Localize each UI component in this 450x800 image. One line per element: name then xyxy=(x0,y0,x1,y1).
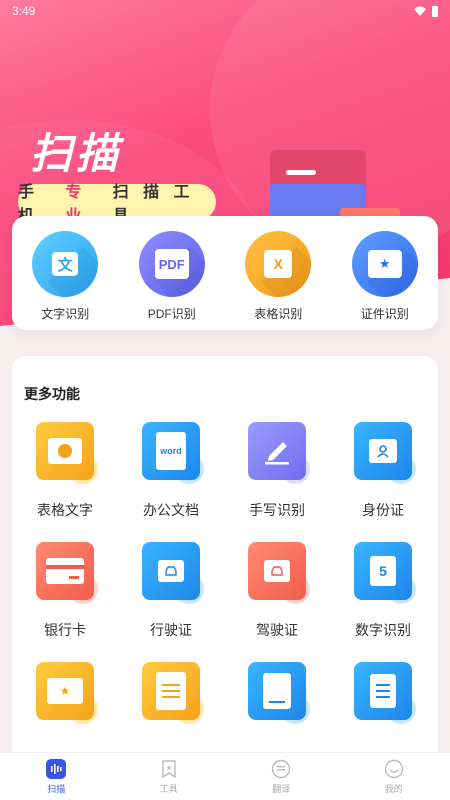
svg-text:★: ★ xyxy=(166,764,172,772)
feature-office-document[interactable]: word 办公文档 xyxy=(118,422,224,518)
tab-label: 翻译 xyxy=(272,783,291,794)
feature-label: 数字识别 xyxy=(355,622,411,638)
feature-label: 表格识别 xyxy=(254,307,303,321)
vehicle-license-icon xyxy=(142,542,200,600)
status-time: 3:49 xyxy=(12,4,36,18)
table-icon: X xyxy=(245,231,312,297)
camera-icon xyxy=(36,422,94,480)
feature-label: PDF识别 xyxy=(147,307,196,321)
feature-bank-card[interactable]: 银行卡 xyxy=(12,542,118,638)
feature-pdf-recognition[interactable]: PDF PDF识别 xyxy=(122,231,222,330)
features-grid: 表格文字 word 办公文档 手写识别 身份证 银行卡 行驶证 驾驶证 5 数字… xyxy=(12,422,438,756)
feature-vehicle-license[interactable]: 行驶证 xyxy=(118,542,224,638)
feature-label: 银行卡 xyxy=(44,622,86,638)
status-bar: 3:49 xyxy=(0,0,450,22)
tab-profile[interactable]: 我的 xyxy=(354,759,434,795)
bookmark-icon: ★ xyxy=(159,759,179,779)
pdf-icon: PDF xyxy=(138,231,205,297)
bank-card-icon xyxy=(36,542,94,600)
feature-label: 办公文档 xyxy=(143,502,199,518)
translate-icon xyxy=(271,759,291,779)
feature-text-recognition[interactable]: 文 文字识别 xyxy=(15,231,115,330)
book-icon xyxy=(248,662,306,720)
feature-book[interactable] xyxy=(224,662,330,756)
tab-label: 我的 xyxy=(384,783,403,794)
feature-certificate[interactable]: ★ xyxy=(12,662,118,756)
pen-write-icon xyxy=(248,422,306,480)
word-document-icon: word xyxy=(142,422,200,480)
feature-driver-license[interactable]: 驾驶证 xyxy=(224,542,330,638)
feature-number-recognition[interactable]: 5 数字识别 xyxy=(330,542,436,638)
tab-scan[interactable]: 扫描 xyxy=(16,758,96,795)
tab-label: 工具 xyxy=(159,783,178,794)
certificate-icon: ★ xyxy=(36,662,94,720)
driver-license-icon xyxy=(248,542,306,600)
feature-table-recognition[interactable]: X 表格识别 xyxy=(228,231,328,330)
feature-label: 文字识别 xyxy=(41,307,90,321)
feature-label: 手写识别 xyxy=(249,502,305,518)
wifi-icon xyxy=(414,6,426,16)
text-recognition-icon: 文 xyxy=(32,231,99,297)
feature-receipt[interactable] xyxy=(330,662,436,756)
feature-table-text[interactable]: 表格文字 xyxy=(12,422,118,518)
document-scroll-icon xyxy=(142,662,200,720)
feature-label: 行驶证 xyxy=(150,622,192,638)
more-features-card: 更多功能 表格文字 word 办公文档 手写识别 身份证 银行卡 行驶证 驾驶证… xyxy=(12,356,438,776)
scan-icon xyxy=(46,758,67,779)
battery-icon xyxy=(432,5,438,17)
smile-icon xyxy=(384,759,404,779)
bottom-tab-bar: 扫描 ★ 工具 翻译 我的 xyxy=(0,752,450,800)
tab-tools[interactable]: ★ 工具 xyxy=(129,759,209,795)
feature-handwriting[interactable]: 手写识别 xyxy=(224,422,330,518)
section-title: 更多功能 xyxy=(24,386,80,402)
page-title: 扫描 xyxy=(30,130,123,177)
feature-label: 表格文字 xyxy=(37,502,93,518)
hero-tagline: 手 机 专 业 扫 描 工 具 xyxy=(18,184,216,225)
main-features-card: 文 文字识别 PDF PDF识别 X 表格识别 ★ 证件识别 xyxy=(12,216,438,330)
id-person-icon xyxy=(354,422,412,480)
feature-label: 证件识别 xyxy=(360,307,409,321)
feature-id-recognition[interactable]: ★ 证件识别 xyxy=(335,231,435,330)
receipt-icon xyxy=(354,662,412,720)
tab-translate[interactable]: 翻译 xyxy=(241,759,321,795)
id-card-icon: ★ xyxy=(351,231,418,297)
feature-label: 身份证 xyxy=(362,502,404,518)
folder-illustration xyxy=(270,150,400,224)
number-recognition-icon: 5 xyxy=(354,542,412,600)
feature-label: 驾驶证 xyxy=(256,622,298,638)
feature-id-card[interactable]: 身份证 xyxy=(330,422,436,518)
feature-document-scroll[interactable] xyxy=(118,662,224,756)
tab-label: 扫描 xyxy=(47,783,66,794)
